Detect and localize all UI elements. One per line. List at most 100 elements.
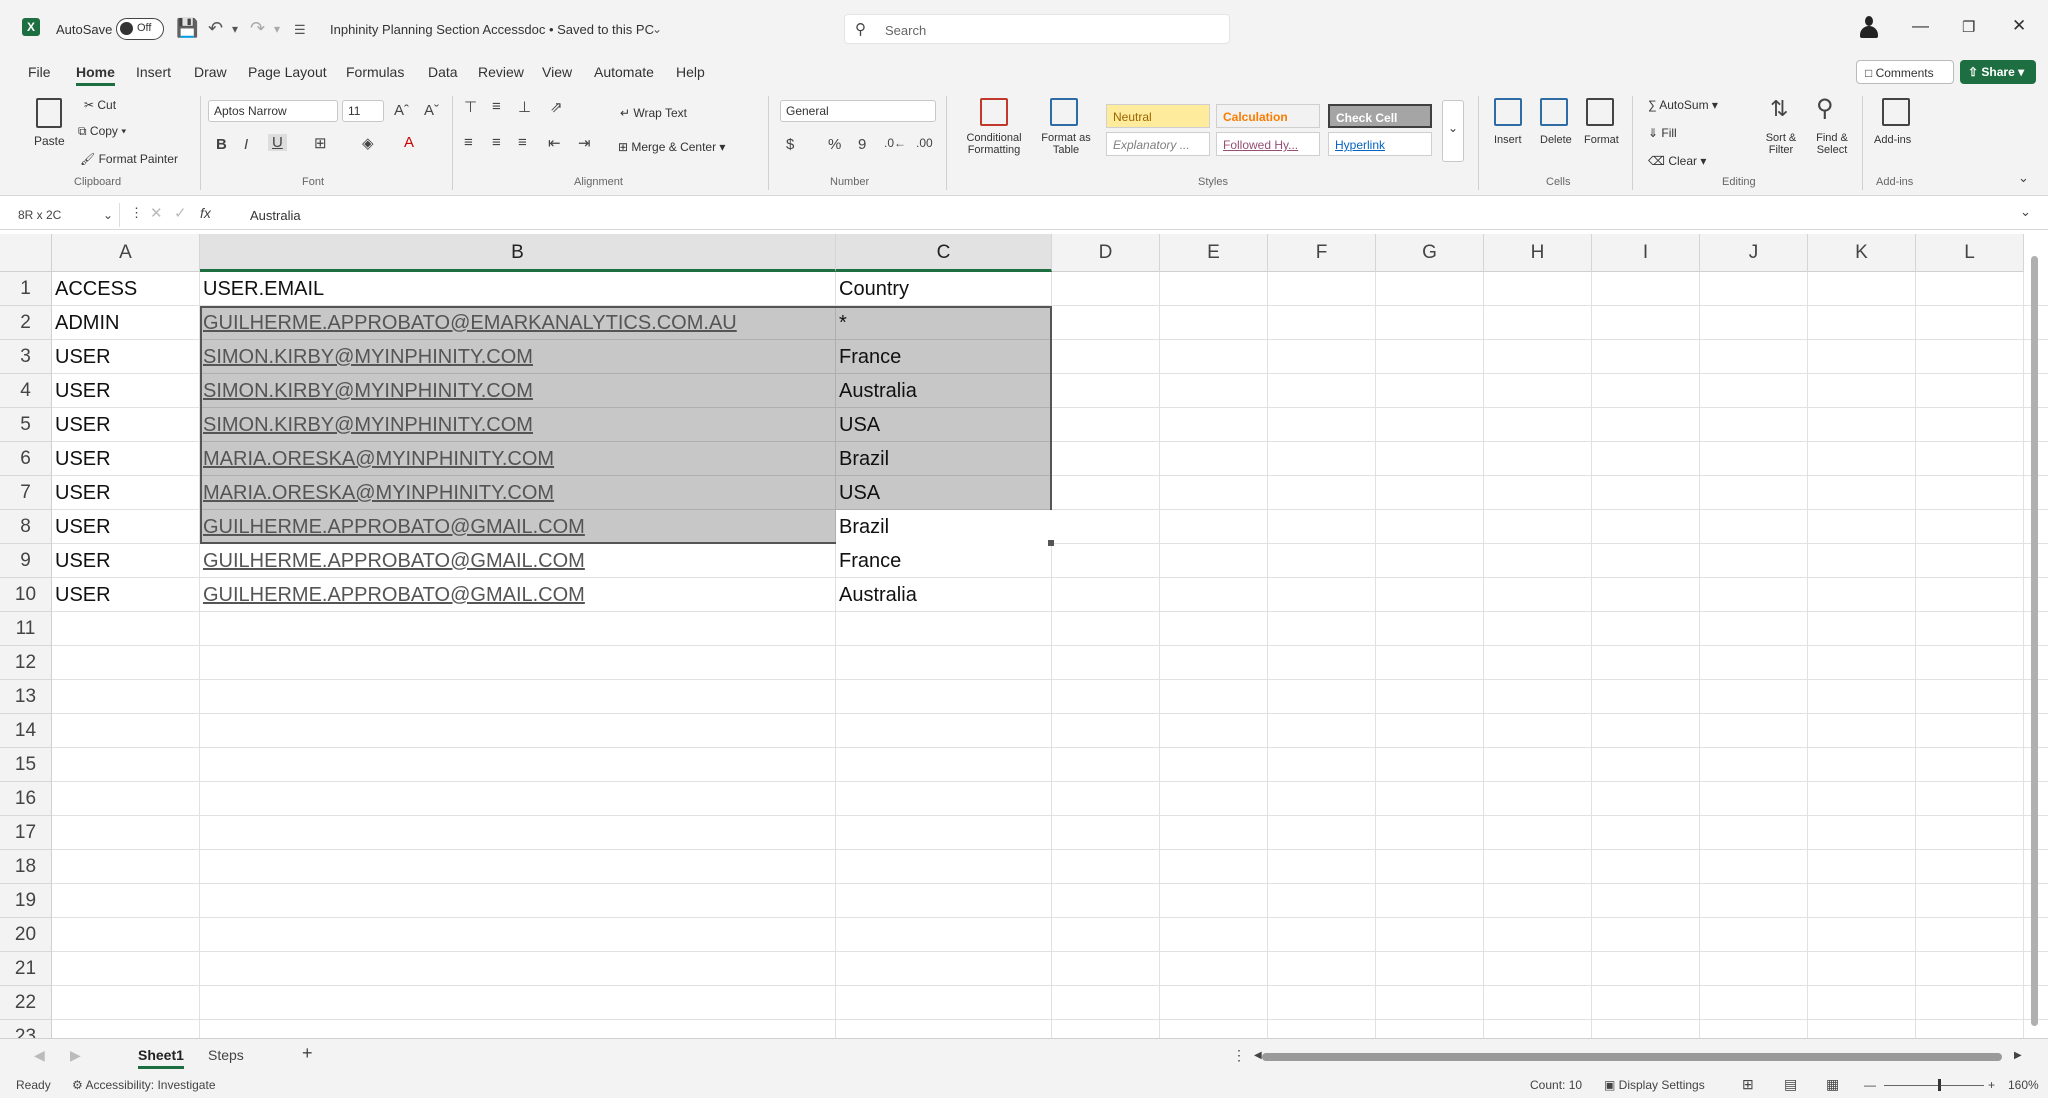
column-header-i[interactable]: I [1592,234,1700,272]
tab-data[interactable]: Data [428,64,458,80]
name-box[interactable]: 8R x 2C ⌄ [12,203,120,227]
decrease-indent-icon[interactable]: ⇤ [548,134,561,152]
share-button[interactable]: ⇧ Share ▾ [1960,60,2036,84]
sort-filter-icon[interactable]: ⇅ [1770,96,1788,122]
row-header-22[interactable]: 22 [0,986,52,1020]
horizontal-scroll-thumb[interactable] [1262,1053,2002,1061]
collapse-ribbon-icon[interactable]: ⌄ [2018,170,2029,186]
cell-b4[interactable]: SIMON.KIRBY@MYINPHINITY.COM [200,374,836,408]
insert-cells-label[interactable]: Insert [1494,134,1522,146]
zoom-level[interactable]: 160% [2008,1078,2039,1092]
bottom-align-icon[interactable]: ⊥ [518,98,531,116]
fill-color-icon[interactable]: ◈ [362,134,374,152]
column-header-j[interactable]: J [1700,234,1808,272]
normal-view-icon[interactable]: ⊞ [1742,1076,1754,1093]
percent-icon[interactable]: % [828,136,841,153]
fill-button[interactable]: ⇓ Fill [1648,126,1677,140]
worksheet-grid[interactable]: A B C D E F G H I J K L 1 2 3 4 5 6 7 8 9 10 11 12 13 14 15 16 17 18 1… [0,234,2048,1038]
row-header-6[interactable]: 6 [0,442,52,476]
prev-sheet-icon[interactable]: ◀ [34,1047,45,1064]
style-explanatory[interactable]: Explanatory ... [1106,132,1210,156]
row-header-4[interactable]: 4 [0,374,52,408]
clear-button[interactable]: ⌫ Clear ▾ [1648,154,1706,168]
font-name-select[interactable]: Aptos Narrow [208,100,338,122]
addins-icon[interactable] [1882,98,1910,126]
zoom-in-icon[interactable]: + [1988,1078,1995,1092]
borders-icon[interactable]: ⊞ [314,134,327,152]
confirm-entry-icon[interactable]: ✓ [174,204,187,222]
row-header-11[interactable]: 11 [0,612,52,646]
top-align-icon[interactable]: ⊤ [464,98,477,116]
cell-a8[interactable]: USER [52,510,200,544]
name-box-dropdown-icon[interactable]: ⌄ [103,208,113,222]
cell-c7[interactable]: USA [836,476,1052,510]
increase-decimal-icon[interactable]: .0← [884,136,906,150]
column-header-g[interactable]: G [1376,234,1484,272]
paste-icon[interactable] [36,98,62,128]
row-header-3[interactable]: 3 [0,340,52,374]
add-sheet-icon[interactable]: + [302,1043,313,1064]
zoom-slider-thumb[interactable] [1938,1079,1941,1091]
format-cells-label[interactable]: Format [1584,134,1619,146]
cell-b5[interactable]: SIMON.KIRBY@MYINPHINITY.COM [200,408,836,442]
cell-b2[interactable]: GUILHERME.APPROBATO@EMARKANALYTICS.COM.A… [200,306,836,340]
cell-b1[interactable]: USER.EMAIL [200,272,836,306]
wrap-text-button[interactable]: ↵ Wrap Text [620,106,687,120]
tab-help[interactable]: Help [676,64,705,80]
sort-filter-label[interactable]: Sort & Filter [1758,132,1804,156]
cell-a7[interactable]: USER [52,476,200,510]
vertical-scroll-thumb[interactable] [2031,256,2038,1026]
cell-a2[interactable]: ADMIN [52,306,200,340]
customize-qat-icon[interactable]: ☰ [294,22,306,38]
styles-more-icon[interactable]: ⌄ [1442,100,1464,162]
autosave-toggle[interactable]: Off [116,18,164,40]
cell-a10[interactable]: USER [52,578,200,612]
comma-style-icon[interactable]: 9 [858,136,866,153]
paste-label[interactable]: Paste [34,134,65,148]
style-neutral[interactable]: Neutral [1106,104,1210,128]
currency-icon[interactable]: $ [786,136,794,153]
zoom-out-icon[interactable]: — [1864,1078,1876,1092]
column-header-h[interactable]: H [1484,234,1592,272]
row-header-14[interactable]: 14 [0,714,52,748]
cell-b7[interactable]: MARIA.ORESKA@MYINPHINITY.COM [200,476,836,510]
undo-dropdown-icon[interactable]: ▾ [232,22,238,36]
conditional-formatting-icon[interactable] [980,98,1008,126]
row-header-12[interactable]: 12 [0,646,52,680]
column-header-e[interactable]: E [1160,234,1268,272]
font-color-icon[interactable]: A [404,134,414,151]
save-icon[interactable]: 💾 [176,18,198,39]
cell-c4[interactable]: Australia [836,374,1052,408]
tab-insert[interactable]: Insert [136,64,171,80]
document-title[interactable]: Inphinity Planning Section Accessdoc • S… [330,22,654,37]
orientation-icon[interactable]: ⇗ [550,98,563,116]
restore-icon[interactable]: ❐ [1962,18,1975,36]
row-header-21[interactable]: 21 [0,952,52,986]
scroll-right-icon[interactable]: ▶ [2014,1050,2022,1061]
tab-view[interactable]: View [542,64,572,80]
conditional-formatting-label[interactable]: Conditional Formatting [956,132,1032,156]
accessibility-status[interactable]: ⚙ Accessibility: Investigate [72,1078,216,1092]
row-header-5[interactable]: 5 [0,408,52,442]
cell-a5[interactable]: USER [52,408,200,442]
column-header-l[interactable]: L [1916,234,2024,272]
delete-cells-label[interactable]: Delete [1540,134,1572,146]
cell-c3[interactable]: France [836,340,1052,374]
decrease-decimal-icon[interactable]: .00 [916,136,933,150]
account-avatar-icon[interactable] [1860,16,1878,40]
middle-align-icon[interactable]: ≡ [492,98,501,115]
increase-font-icon[interactable]: Aˆ [394,102,409,119]
row-header-2[interactable]: 2 [0,306,52,340]
tab-formulas[interactable]: Formulas [346,64,404,80]
find-select-icon[interactable]: ⚲ [1816,94,1834,123]
cell-a9[interactable]: USER [52,544,200,578]
scroll-left-icon[interactable]: ◀ [1254,1050,1262,1061]
font-size-select[interactable]: 11 [342,100,384,122]
tab-review[interactable]: Review [478,64,524,80]
column-header-f[interactable]: F [1268,234,1376,272]
tab-automate[interactable]: Automate [594,64,654,80]
zoom-slider[interactable] [1884,1085,1984,1086]
row-header-16[interactable]: 16 [0,782,52,816]
tab-draw[interactable]: Draw [194,64,227,80]
row-header-20[interactable]: 20 [0,918,52,952]
